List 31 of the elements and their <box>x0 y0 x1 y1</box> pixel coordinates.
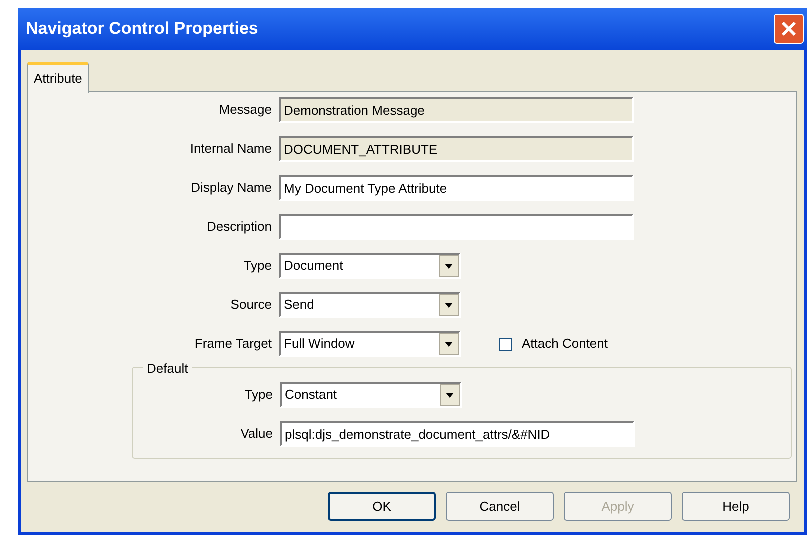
field-label: Internal Name <box>189 140 273 158</box>
text-field[interactable] <box>279 214 634 240</box>
caret-icon <box>445 264 453 268</box>
text-field[interactable]: My Document Type Attribute <box>279 175 634 201</box>
text-field[interactable]: DOCUMENT_ATTRIBUTE <box>279 136 634 162</box>
close-button[interactable] <box>774 14 804 44</box>
text-field[interactable]: plsql:djs_demonstrate_document_attrs/&#NID <box>280 421 635 447</box>
dialog-button[interactable]: OK <box>328 492 436 521</box>
tab[interactable]: Attribute <box>27 62 90 93</box>
field-label: Source <box>230 296 273 314</box>
dropdown[interactable]: Full Window <box>279 331 461 357</box>
dropdown[interactable]: Document <box>279 253 461 279</box>
caret-icon <box>445 302 453 308</box>
checkbox[interactable] <box>499 338 512 350</box>
dropdown[interactable]: Send <box>279 292 461 318</box>
window-title: Navigator Control Properties <box>26 18 258 40</box>
caret-icon <box>446 392 454 398</box>
field-label: Type <box>242 257 273 276</box>
field-label: Frame Target <box>194 335 273 354</box>
field-label: Display Name <box>190 179 273 198</box>
text-field[interactable]: Demonstration Message <box>279 97 634 123</box>
close-icon <box>780 20 798 38</box>
caret-icon <box>445 342 453 346</box>
field-label: Type <box>244 386 274 404</box>
dialog-button[interactable]: Cancel <box>446 492 554 521</box>
field-label: Message <box>218 101 273 120</box>
dropdown[interactable]: Constant <box>280 382 462 408</box>
field-label: Value <box>240 425 274 444</box>
dialog-button[interactable]: Help <box>682 492 790 521</box>
field-label: Description <box>206 218 273 236</box>
checkbox-label: Attach Content <box>522 335 608 354</box>
